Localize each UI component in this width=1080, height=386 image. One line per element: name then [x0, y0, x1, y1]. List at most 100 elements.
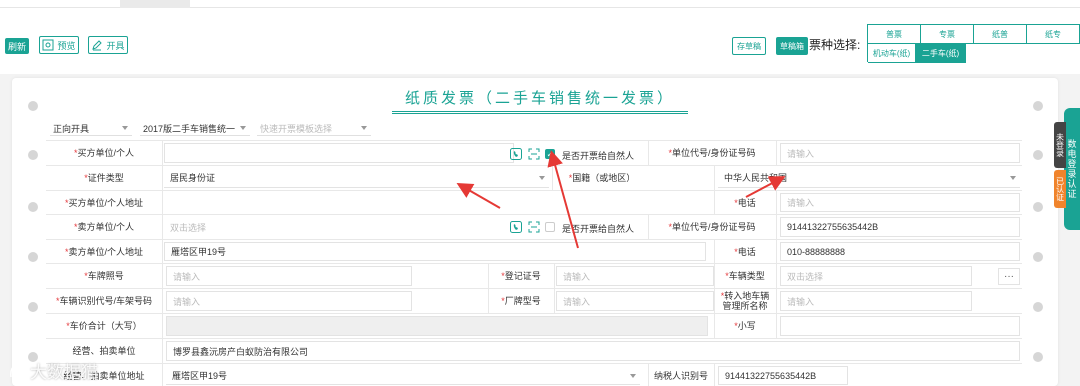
vin-row: * 车辆识别代号/车架号码 请输入 * 厂牌型号 请输入 *转入地车辆 管理所名称 …: [46, 289, 1022, 314]
plate-label: * 车牌照号: [84, 271, 124, 281]
chevron-down-icon: [240, 126, 246, 130]
buyer-phone-label: * 电话: [734, 197, 756, 208]
version-value: 2017版二手车销售统一: [143, 123, 236, 134]
tax-id-label: 纳税人识别号: [653, 370, 708, 381]
natural-person-label: 是否开票给自然人: [562, 151, 635, 161]
model-input[interactable]: 请输入: [556, 291, 714, 311]
top-tab-strip: [0, 0, 1080, 8]
natural-person-checkbox[interactable]: ✓: [545, 149, 555, 159]
chevron-down-icon: [539, 176, 545, 180]
preview-button[interactable]: 预览: [39, 36, 79, 54]
vin-label: * 车辆识别代号/车架号码: [55, 296, 153, 306]
binding-dot: [28, 150, 38, 160]
scan-icon[interactable]: [528, 148, 540, 160]
certified-tab[interactable]: 已认证: [1054, 170, 1066, 208]
edit-icon: [92, 40, 103, 51]
buyer-address-input[interactable]: [164, 193, 724, 212]
buyer-row: * 买方单位/个人 ✓ 是否开票给自然人 * 单位代号/身份证号码 请输入: [46, 140, 1022, 166]
vehicle-type-more-button[interactable]: ···: [998, 268, 1020, 285]
auction-address-select[interactable]: 雁塔区甲19号: [166, 366, 640, 385]
ticket-type-label: 票种选择:: [809, 38, 861, 52]
vin-input[interactable]: 请输入: [166, 291, 412, 311]
auction-row: 经营、拍卖单位 博罗县鑫沅房产白蚁防治有限公司: [46, 339, 1022, 364]
active-tab[interactable]: [120, 0, 190, 8]
watermark: 大数据猫: [8, 358, 98, 383]
seller-id-label: * 单位代号/身份证号码: [668, 222, 756, 232]
seller-address-input[interactable]: 雁塔区甲19号: [164, 242, 706, 261]
ticket-type-paper-normal[interactable]: 纸普: [974, 25, 1027, 44]
plate-input[interactable]: 请输入: [166, 266, 412, 286]
plate-row: * 车牌照号 请输入 * 登记证号 请输入 * 车辆类型 双击选择 ···: [46, 264, 1022, 289]
preview-icon: [42, 39, 54, 51]
digital-login-tab[interactable]: 数电登录认证: [1064, 108, 1080, 230]
price-row: * 车价合计（大写） * 小写: [46, 314, 1022, 339]
model-label: * 厂牌型号: [501, 296, 541, 306]
cert-type-value: 居民身份证: [170, 173, 216, 183]
ticket-type-paper-special[interactable]: 纸专: [1027, 25, 1080, 44]
registration-input[interactable]: 请输入: [556, 266, 714, 286]
ticket-type-used-car[interactable]: 二手车(纸): [916, 44, 966, 63]
binding-dot: [1033, 302, 1043, 312]
binding-dot: [1033, 101, 1043, 111]
binding-dot: [1033, 202, 1043, 212]
buyer-label: * 买方单位/个人: [73, 148, 135, 158]
binding-dot: [28, 252, 38, 262]
buyer-id-input[interactable]: 请输入: [780, 143, 1020, 163]
price-small-label: * 小写: [734, 321, 756, 331]
issue-button[interactable]: 开具: [88, 36, 128, 54]
auction-input[interactable]: 博罗县鑫沅房产白蚁防治有限公司: [166, 341, 1020, 361]
nationality-select[interactable]: 中华人民共和国: [718, 168, 1020, 188]
cert-type-select[interactable]: 居民身份证: [164, 168, 549, 188]
check-icon: ✓: [546, 149, 554, 159]
seller-natural-person-checkbox[interactable]: [545, 222, 555, 232]
binding-dot: [28, 101, 38, 111]
seller-phone-input[interactable]: 010-88888888: [780, 242, 1020, 261]
refresh-button[interactable]: 刷新: [5, 38, 29, 54]
binding-dot: [1033, 150, 1043, 160]
chevron-down-icon: [630, 374, 636, 378]
template-placeholder: 快速开票模板选择: [260, 123, 333, 134]
binding-dot: [28, 302, 38, 312]
cat-logo-icon: [10, 361, 23, 377]
tax-id-input[interactable]: 91441322755635442B: [718, 366, 848, 385]
seller-natural-person-label: 是否开票给自然人: [562, 224, 635, 234]
not-logged-in-tab[interactable]: 未登录: [1054, 122, 1066, 168]
ticket-type-motor-vehicle[interactable]: 机动车(纸): [868, 44, 916, 63]
buyer-phone-input[interactable]: 请输入: [780, 193, 1020, 212]
template-select[interactable]: 快速开票模板选择: [257, 121, 371, 136]
invoice-form-card: 纸质发票（二手车销售统一发票） 正向开具 2017版二手车销售统一 快速开票模板…: [12, 78, 1058, 386]
price-words-label: * 车价合计（大写）: [66, 321, 142, 331]
auction-address-row: 经营、拍卖单位地址 雁塔区甲19号 纳税人识别号 914413227556354…: [46, 364, 1022, 386]
nationality-label: * 国籍（或地区）: [568, 173, 636, 183]
preview-label: 预览: [57, 40, 76, 51]
scan-icon[interactable]: [528, 221, 540, 233]
phone-lookup-icon[interactable]: [510, 148, 522, 160]
seller-label: * 卖方单位/个人: [73, 222, 135, 232]
seller-id-input[interactable]: 91441322755635442B: [780, 217, 1020, 237]
nationality-value: 中华人民共和国: [724, 173, 788, 183]
buyer-input[interactable]: [164, 143, 514, 163]
price-small-input[interactable]: [780, 316, 1020, 336]
ticket-type-normal[interactable]: 普票: [868, 25, 921, 44]
chevron-down-icon: [122, 126, 128, 130]
seller-input[interactable]: 双击选择: [164, 217, 504, 237]
transfer-office-input[interactable]: 请输入: [780, 291, 972, 311]
draft-box-button[interactable]: 草稿箱: [776, 37, 808, 55]
chevron-down-icon: [361, 126, 367, 130]
seller-address-row: * 卖方单位/个人地址 雁塔区甲19号 * 电话 010-88888888: [46, 240, 1022, 264]
price-words-input: [166, 316, 708, 336]
save-draft-button[interactable]: 存草稿: [732, 37, 766, 55]
direction-select[interactable]: 正向开具: [50, 121, 132, 136]
vehicle-type-input[interactable]: 双击选择: [780, 266, 972, 286]
version-select[interactable]: 2017版二手车销售统一: [140, 121, 250, 136]
vehicle-type-label: * 车辆类型: [725, 271, 765, 281]
transfer-office-label: *转入地车辆 管理所名称: [720, 291, 770, 311]
chevron-down-icon: [1010, 176, 1016, 180]
seller-address-label: * 卖方单位/个人地址: [64, 246, 144, 257]
ticket-type-special[interactable]: 专票: [921, 25, 974, 44]
seller-row: * 卖方单位/个人 双击选择 是否开票给自然人 * 单位代号/身份证号码 91441…: [46, 215, 1022, 240]
seller-phone-label: * 电话: [734, 246, 756, 257]
phone-lookup-icon[interactable]: [510, 221, 522, 233]
invoice-title: 纸质发票（二手车销售统一发票）: [392, 84, 688, 114]
auction-address-value: 雁塔区甲19号: [172, 370, 228, 381]
